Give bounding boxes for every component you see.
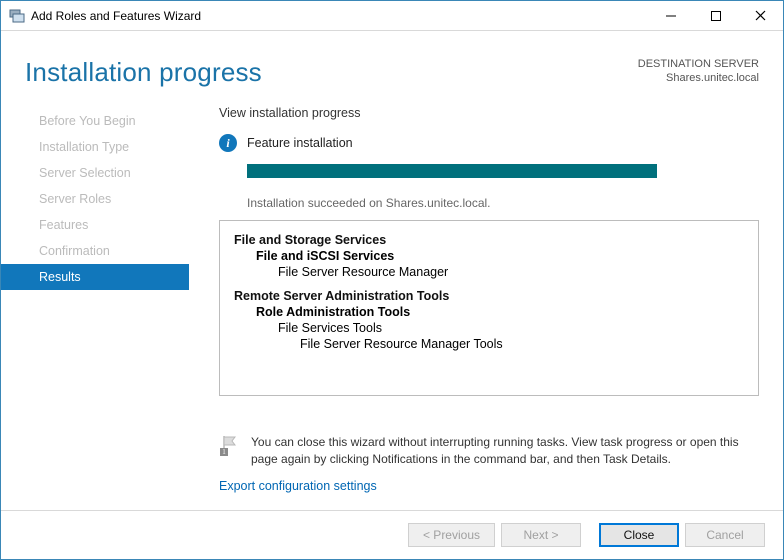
- note-row: 1 You can close this wizard without inte…: [219, 434, 759, 469]
- sidebar-step-confirmation: Confirmation: [1, 238, 189, 264]
- install-results-box: File and Storage Services File and iSCSI…: [219, 220, 759, 396]
- sidebar-step-features: Features: [1, 212, 189, 238]
- close-window-button[interactable]: [738, 1, 783, 30]
- section-label: View installation progress: [219, 106, 759, 120]
- main-panel: View installation progress i Feature ins…: [189, 106, 783, 510]
- sidebar-step-results: Results: [1, 264, 189, 290]
- flag-icon: 1: [219, 434, 241, 456]
- tree-item: Role Administration Tools: [234, 305, 744, 319]
- destination-server: Shares.unitec.local: [638, 71, 759, 85]
- header-section: Installation progress DESTINATION SERVER…: [1, 31, 783, 106]
- destination-block: DESTINATION SERVER Shares.unitec.local: [638, 57, 759, 86]
- close-button[interactable]: Close: [599, 523, 679, 547]
- body: Before You Begin Installation Type Serve…: [1, 106, 783, 510]
- tree-item: File and iSCSI Services: [234, 249, 744, 263]
- progress-wrap: [247, 164, 759, 178]
- feature-row: i Feature installation: [219, 134, 759, 152]
- cancel-button: Cancel: [685, 523, 765, 547]
- app-icon: [9, 8, 25, 24]
- previous-button: < Previous: [408, 523, 495, 547]
- titlebar: Add Roles and Features Wizard: [1, 1, 783, 31]
- sidebar-step-server-selection: Server Selection: [1, 160, 189, 186]
- page-title: Installation progress: [25, 57, 262, 88]
- sidebar-step-before-you-begin: Before You Begin: [1, 108, 189, 134]
- tree-item: Remote Server Administration Tools: [234, 289, 744, 303]
- status-text: Installation succeeded on Shares.unitec.…: [247, 196, 759, 210]
- sidebar-step-installation-type: Installation Type: [1, 134, 189, 160]
- window-title: Add Roles and Features Wizard: [31, 9, 648, 23]
- footer: < Previous Next > Close Cancel: [1, 510, 783, 559]
- sidebar: Before You Begin Installation Type Serve…: [1, 106, 189, 510]
- tree-item: File Server Resource Manager Tools: [234, 337, 744, 351]
- sidebar-step-server-roles: Server Roles: [1, 186, 189, 212]
- destination-label: DESTINATION SERVER: [638, 57, 759, 71]
- window-controls: [648, 1, 783, 30]
- wizard-window: Add Roles and Features Wizard Installati…: [0, 0, 784, 560]
- progress-bar: [247, 164, 657, 178]
- export-configuration-link[interactable]: Export configuration settings: [219, 479, 759, 493]
- note-text: You can close this wizard without interr…: [251, 434, 759, 469]
- next-button: Next >: [501, 523, 581, 547]
- tree-item: File Server Resource Manager: [234, 265, 744, 279]
- tree-item: File Services Tools: [234, 321, 744, 335]
- feature-label: Feature installation: [247, 136, 353, 150]
- svg-text:1: 1: [222, 448, 226, 456]
- tree-item: File and Storage Services: [234, 233, 744, 247]
- minimize-button[interactable]: [648, 1, 693, 30]
- info-icon: i: [219, 134, 237, 152]
- maximize-button[interactable]: [693, 1, 738, 30]
